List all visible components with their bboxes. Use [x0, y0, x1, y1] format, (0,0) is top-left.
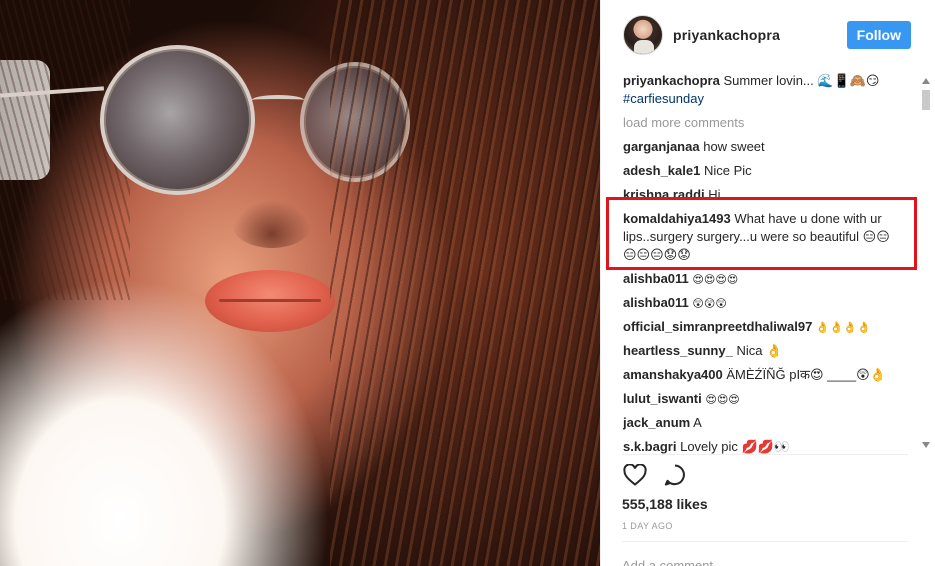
comment-row: adesh_kale1 Nice Pic — [623, 162, 913, 180]
comment-row: lulut_iswanti 😍😍😍 — [623, 390, 913, 409]
comment-text: 😍😍😍😍 — [692, 273, 739, 286]
caption-username[interactable]: priyankachopra — [623, 73, 720, 88]
avatar[interactable] — [623, 15, 663, 55]
comment-username[interactable]: lulut_iswanti — [623, 391, 702, 406]
comment-text: Nica 👌 — [736, 343, 783, 358]
comment-text: A — [693, 415, 702, 430]
comment-row: garganjanaa how sweet — [623, 138, 913, 156]
comment-username[interactable]: amanshakya400 — [623, 367, 723, 382]
caption-hashtag[interactable]: #carfiesunday — [623, 91, 704, 106]
post-date[interactable]: 1 DAY AGO — [622, 521, 673, 531]
comment-text: how sweet — [703, 139, 765, 154]
hair-strands-right — [330, 0, 600, 566]
post-actions — [622, 462, 688, 488]
nose-shadow — [232, 200, 312, 248]
comment-row: heartless_sunny_ Nica 👌 — [623, 342, 913, 360]
likes-count[interactable]: 555,188 likes — [622, 496, 708, 512]
scroll-up-arrow-icon[interactable] — [922, 78, 930, 84]
add-comment-input[interactable]: Add a comment... — [622, 558, 724, 566]
divider — [622, 541, 908, 542]
comment-text: ÄMÈŹÏÑĞ pIक😍 ____😲👌 — [726, 367, 886, 382]
comment-username[interactable]: heartless_sunny_ — [623, 343, 733, 358]
comment-text: 😍😍😍 — [705, 393, 740, 406]
comment-text: Lovely pic 💋💋👀 — [680, 439, 791, 454]
comment-username[interactable]: alishba011 — [623, 295, 689, 310]
comment-row: alishba011 😲😲😲 — [623, 294, 913, 313]
scroll-thumb[interactable] — [922, 90, 930, 110]
header-username[interactable]: priyankachopra — [673, 27, 780, 43]
comment-text: 👌👌👌👌 — [815, 321, 871, 334]
comment-text: 😲😲😲 — [692, 297, 727, 310]
comment-row: alishba011 😍😍😍😍 — [623, 270, 913, 289]
heart-icon[interactable] — [622, 462, 648, 488]
comment-username[interactable]: official_simranpreetdhaliwal97 — [623, 319, 812, 334]
comment-text: Nice Pic — [703, 163, 752, 178]
comment-username[interactable]: garganjanaa — [623, 139, 700, 154]
scroll-down-arrow-icon[interactable] — [922, 442, 930, 448]
comment-username[interactable]: adesh_kale1 — [623, 163, 700, 178]
divider — [622, 454, 908, 455]
glasses-lens-left — [100, 45, 255, 195]
comment-username[interactable]: s.k.bagri — [623, 439, 676, 454]
comment-row: official_simranpreetdhaliwal97 👌👌👌👌 — [623, 318, 913, 337]
comment-row: s.k.bagri Lovely pic 💋💋👀 — [623, 438, 913, 454]
comments-scrollbar[interactable] — [919, 72, 933, 454]
comment-username[interactable]: jack_anum — [623, 415, 690, 430]
post-photo[interactable] — [0, 0, 600, 566]
caption-text: Summer lovin... 🌊📱🙈😏 — [723, 73, 880, 88]
follow-button[interactable]: Follow — [846, 21, 911, 49]
comment-icon[interactable] — [662, 462, 688, 488]
comment-row: jack_anum A — [623, 414, 913, 432]
comment-username[interactable]: alishba011 — [623, 271, 689, 286]
glasses-bridge — [252, 95, 304, 105]
highlight-annotation-box — [606, 197, 917, 270]
caption: priyankachopra Summer lovin... 🌊📱🙈😏 #car… — [623, 72, 913, 108]
load-more-comments[interactable]: load more comments — [623, 114, 913, 132]
post-header: priyankachopra Follow — [623, 15, 911, 55]
comment-row: amanshakya400 ÄMÈŹÏÑĞ pIक😍 ____😲👌 — [623, 366, 913, 384]
lips — [205, 270, 335, 332]
